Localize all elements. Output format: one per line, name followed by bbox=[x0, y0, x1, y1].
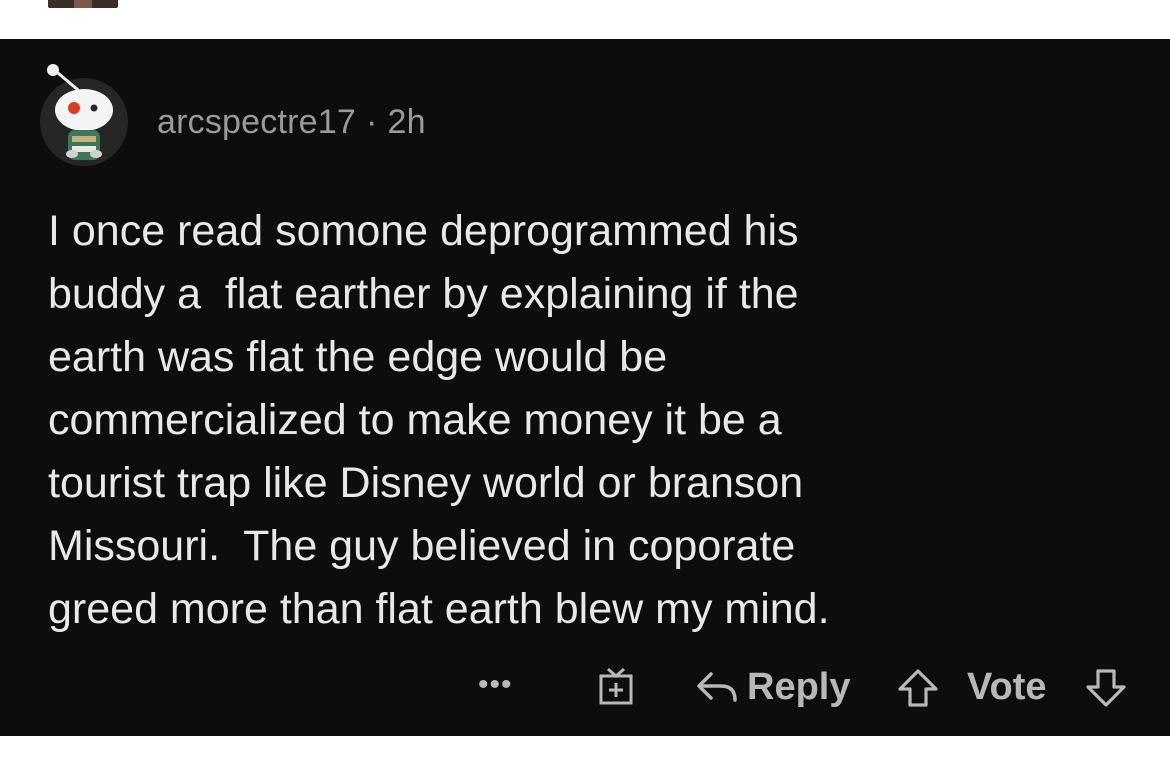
comment-body: I once read somone deprogrammed his budd… bbox=[48, 207, 830, 633]
upvote-arrow-icon[interactable] bbox=[896, 668, 940, 713]
previous-post-thumbnail bbox=[48, 0, 118, 8]
vote-label: Vote bbox=[967, 666, 1047, 708]
reply-arrow-icon bbox=[697, 672, 737, 702]
user-avatar[interactable] bbox=[36, 58, 132, 168]
author-username[interactable]: arcspectre17 bbox=[157, 103, 356, 141]
comment-age: 2h bbox=[387, 103, 426, 141]
downvote-arrow-icon[interactable] bbox=[1084, 668, 1128, 713]
award-icon[interactable] bbox=[598, 666, 634, 711]
reply-label: Reply bbox=[747, 665, 851, 708]
meta-separator: · bbox=[365, 103, 378, 141]
reply-button[interactable]: Reply bbox=[695, 664, 850, 710]
comment-actions-bar: ••• Reply Vote bbox=[0, 662, 1170, 712]
comment-meta: arcspectre17 · 2h bbox=[157, 103, 426, 142]
snoo-avatar-icon bbox=[40, 64, 128, 166]
more-options-button[interactable]: ••• bbox=[478, 668, 513, 702]
